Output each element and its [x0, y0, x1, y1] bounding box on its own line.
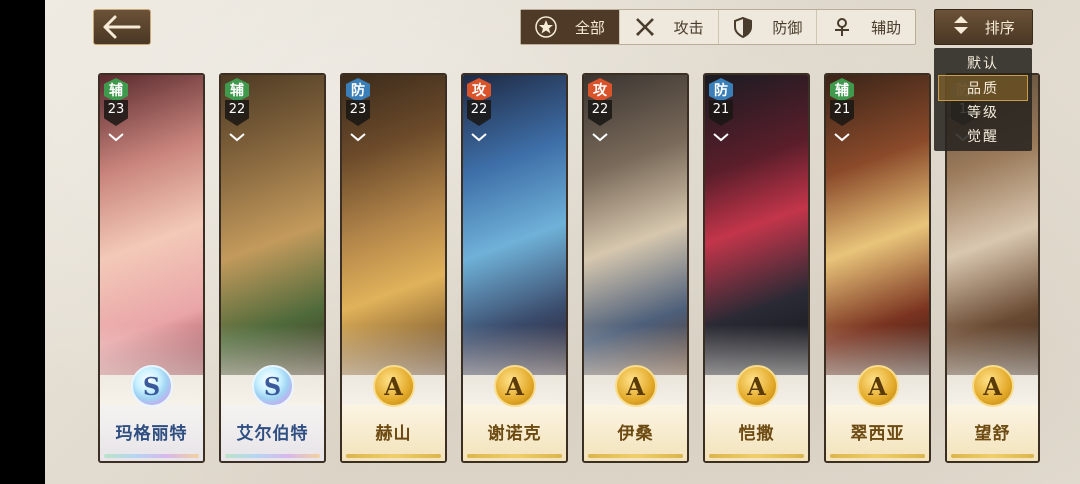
- rank-medal: A: [735, 365, 778, 407]
- filter-tab-all[interactable]: 全部: [521, 10, 620, 44]
- sort-option-awaken[interactable]: 觉醒: [938, 124, 1028, 148]
- filter-tab-label: 辅助: [871, 18, 902, 37]
- character-name: 望舒: [974, 424, 1011, 444]
- level-label: 22: [588, 100, 612, 126]
- level-label: 23: [104, 100, 128, 126]
- character-name: 伊桑: [617, 424, 654, 444]
- filter-tab-label: 防御: [772, 18, 803, 37]
- awaken-chevron-icon: [592, 133, 608, 142]
- sort-button-label: 排序: [984, 18, 1015, 37]
- shield-icon: [732, 16, 754, 38]
- role-badge: 辅: [104, 78, 128, 102]
- character-card[interactable]: 防 23 A 赫山: [340, 73, 447, 463]
- role-tag: 攻 22: [588, 78, 612, 142]
- support-icon: [831, 16, 853, 38]
- character-card[interactable]: 防 21 A 恺撒: [703, 73, 810, 463]
- rarity-strip: [588, 454, 683, 458]
- rarity-strip: [830, 454, 925, 458]
- sort-option-level[interactable]: 等级: [938, 101, 1028, 125]
- awaken-chevron-icon: [713, 133, 729, 142]
- sort-updown-icon: [952, 14, 970, 40]
- role-badge: 攻: [467, 78, 491, 102]
- role-filter-bar: 全部 攻击 防御 辅助: [520, 9, 916, 45]
- sort-option-default[interactable]: 默认: [938, 51, 1028, 75]
- character-name: 谢诺克: [487, 424, 542, 444]
- rarity-strip: [467, 454, 562, 458]
- sort-button[interactable]: 排序: [934, 9, 1033, 45]
- role-tag: 辅 23: [104, 78, 128, 142]
- rarity-strip: [709, 454, 804, 458]
- arrow-left-icon: [103, 15, 141, 39]
- role-tag: 攻 22: [467, 78, 491, 142]
- character-card[interactable]: 辅 21 A 翠西亚: [824, 73, 931, 463]
- level-label: 23: [346, 100, 370, 126]
- filter-tab-support[interactable]: 辅助: [817, 10, 915, 44]
- awaken-chevron-icon: [834, 133, 850, 142]
- role-tag: 防 23: [346, 78, 370, 142]
- filter-tab-attack[interactable]: 攻击: [620, 10, 719, 44]
- role-badge: 辅: [225, 78, 249, 102]
- character-name: 恺撒: [738, 424, 775, 444]
- awaken-chevron-icon: [350, 133, 366, 142]
- role-tag: 辅 21: [830, 78, 854, 142]
- rarity-strip: [346, 454, 441, 458]
- character-card[interactable]: 攻 22 A 谢诺克: [461, 73, 568, 463]
- rarity-strip: [951, 454, 1034, 458]
- awaken-chevron-icon: [229, 133, 245, 142]
- character-card[interactable]: 辅 23 S 玛格丽特: [98, 73, 205, 463]
- character-name: 艾尔伯特: [236, 424, 309, 444]
- rank-medal: A: [372, 365, 415, 407]
- rank-medal: A: [971, 365, 1014, 407]
- back-button[interactable]: [93, 9, 151, 45]
- rank-medal: S: [251, 365, 294, 407]
- rank-medal: S: [130, 365, 173, 407]
- character-name: 玛格丽特: [115, 424, 188, 444]
- role-badge: 防: [346, 78, 370, 102]
- filter-tab-label: 全部: [574, 18, 605, 37]
- role-badge: 防: [709, 78, 733, 102]
- rank-medal: A: [614, 365, 657, 407]
- role-tag: 辅 22: [225, 78, 249, 142]
- rarity-strip: [225, 454, 320, 458]
- rarity-strip: [104, 454, 199, 458]
- awaken-chevron-icon: [471, 133, 487, 142]
- character-card[interactable]: 攻 22 A 伊桑: [582, 73, 689, 463]
- filter-tab-label: 攻击: [673, 18, 704, 37]
- character-card[interactable]: 辅 22 S 艾尔伯特: [219, 73, 326, 463]
- rank-medal: A: [493, 365, 536, 407]
- level-label: 21: [709, 100, 733, 126]
- character-name: 翠西亚: [850, 424, 905, 444]
- character-name: 赫山: [375, 424, 412, 444]
- sort-option-quality[interactable]: 品质: [938, 74, 1028, 101]
- star-medal-icon: [535, 16, 557, 38]
- level-label: 22: [467, 100, 491, 126]
- filter-tab-defense[interactable]: 防御: [719, 10, 818, 44]
- role-tag: 防 21: [709, 78, 733, 142]
- role-badge: 攻: [588, 78, 612, 102]
- sort-dropdown-menu: 默认 品质 等级 觉醒: [934, 48, 1032, 151]
- rank-medal: A: [856, 365, 899, 407]
- level-label: 21: [830, 100, 854, 126]
- level-label: 22: [225, 100, 249, 126]
- awaken-chevron-icon: [108, 133, 124, 142]
- crossed-swords-icon: [634, 16, 656, 38]
- role-badge: 辅: [830, 78, 854, 102]
